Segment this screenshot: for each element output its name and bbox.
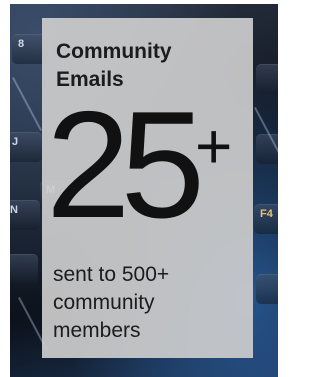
key-label: F4 xyxy=(260,208,273,220)
infographic-page: 8 J M N F4 Community Emails 25 + sent to… xyxy=(0,0,278,377)
keyboard-key xyxy=(256,64,278,94)
key-label: J xyxy=(12,136,19,148)
stat-number: 25 xyxy=(46,80,205,250)
light-streak xyxy=(12,77,42,131)
keyboard-key xyxy=(256,134,278,164)
plus-sign: + xyxy=(195,110,233,182)
stat-card: Community Emails 25 + sent to 500+ commu… xyxy=(42,18,253,358)
stat-caption: sent to 500+ community members xyxy=(53,263,170,342)
keyboard-key: F4 xyxy=(254,204,278,234)
key-label: N xyxy=(10,204,18,216)
key-label: 8 xyxy=(18,38,25,50)
keyboard-key: N xyxy=(10,200,40,230)
keyboard-key: J xyxy=(10,132,42,162)
keyboard-key xyxy=(256,274,278,304)
keyboard-key xyxy=(10,254,38,284)
